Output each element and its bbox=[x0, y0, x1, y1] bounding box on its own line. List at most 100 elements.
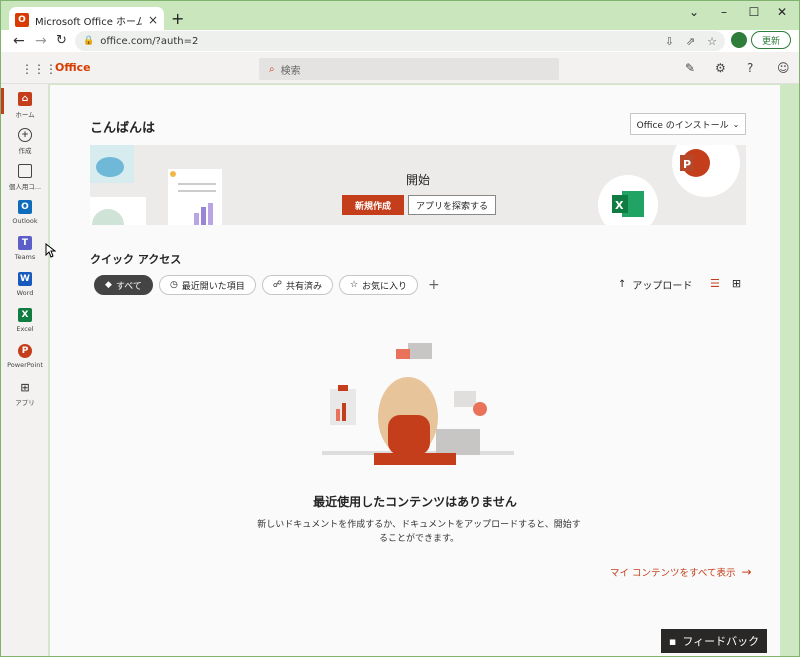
settings-gear-icon[interactable]: ⚙ bbox=[715, 61, 726, 75]
new-tab-button[interactable]: + bbox=[171, 9, 184, 28]
link-label: マイ コンテンツをすべて表示 bbox=[610, 568, 736, 579]
filter-label: すべて bbox=[115, 281, 142, 292]
filter-label: お気に入り bbox=[362, 281, 408, 292]
quick-access-heading: クイック アクセス bbox=[90, 253, 182, 266]
powerpoint-icon: P bbox=[18, 344, 32, 358]
grid-view-icon[interactable]: ⊞ bbox=[732, 277, 741, 290]
install-label: Office のインストール bbox=[636, 120, 729, 131]
account-icon[interactable]: ☺ bbox=[777, 61, 790, 75]
tab-search-icon[interactable]: ⌄ bbox=[679, 5, 709, 23]
install-office-button[interactable]: Office のインストール ⌄ bbox=[630, 113, 746, 135]
apps-icon: ⊞ bbox=[20, 380, 30, 394]
share-icon[interactable]: ⇗ bbox=[686, 35, 695, 48]
rail-label: Excel bbox=[16, 325, 34, 333]
empty-state-description: 新しいドキュメントを作成するか、ドキュメントをアップロードすると、開始することが… bbox=[257, 520, 581, 544]
main-content: こんばんは Office のインストール ⌄ P X 開始 新規作成 アプリを探… bbox=[50, 85, 780, 656]
teams-icon: T bbox=[18, 236, 32, 250]
close-window-button[interactable]: ✕ bbox=[767, 5, 797, 23]
profile-avatar[interactable] bbox=[731, 32, 747, 48]
upload-button[interactable]: ↑ アップロード bbox=[618, 277, 692, 292]
upload-label: アップロード bbox=[632, 281, 693, 292]
bookmark-star-icon[interactable]: ☆ bbox=[707, 35, 717, 48]
office-favicon-icon: O bbox=[15, 13, 29, 27]
notes-icon[interactable]: ✎ bbox=[685, 61, 695, 75]
list-view-icon[interactable]: ☰ bbox=[710, 277, 720, 290]
new-document-button[interactable]: 新規作成 bbox=[342, 195, 404, 215]
rail-item-outlook[interactable]: O Outlook bbox=[1, 196, 49, 230]
app-launcher-icon[interactable]: ⋮⋮⋮ bbox=[21, 62, 57, 76]
svg-text:X: X bbox=[615, 199, 624, 212]
minimize-button[interactable]: – bbox=[709, 5, 739, 23]
rail-label: 作成 bbox=[18, 147, 32, 155]
rail-item-my-content[interactable]: 個人用コ... bbox=[1, 160, 49, 194]
rail-label: Word bbox=[16, 289, 34, 297]
search-box[interactable]: ⌕ 検索 bbox=[259, 58, 559, 80]
empty-state-illustration bbox=[322, 343, 514, 465]
filter-label: 共有済み bbox=[285, 281, 322, 292]
search-placeholder: 検索 bbox=[280, 65, 301, 77]
comment-icon: ▪ bbox=[668, 634, 677, 648]
feedback-button[interactable]: ▪ フィードバック bbox=[661, 629, 767, 653]
lock-icon[interactable]: 🔒 bbox=[83, 36, 94, 46]
chevron-down-icon: ⌄ bbox=[732, 119, 740, 129]
office-header: ⋮⋮⋮ Office ⌕ 検索 ✎ ⚙ ? ☺ bbox=[1, 52, 799, 84]
maximize-button[interactable]: ☐ bbox=[739, 5, 769, 23]
browser-window: O Microsoft Office ホーム × + ⌄ – ☐ ✕ ← → ↻… bbox=[0, 0, 800, 657]
rail-label: Outlook bbox=[12, 217, 38, 225]
people-icon: ☍ bbox=[272, 280, 282, 290]
mouse-cursor-icon bbox=[45, 243, 56, 258]
outlook-icon: O bbox=[18, 200, 32, 214]
help-icon[interactable]: ? bbox=[747, 61, 753, 75]
rail-item-teams[interactable]: T Teams bbox=[1, 232, 49, 266]
rail-label: 個人用コ... bbox=[8, 183, 42, 191]
filter-label: 最近開いた項目 bbox=[181, 281, 245, 292]
feedback-label: フィードバック bbox=[682, 635, 760, 648]
filter-favorites[interactable]: ☆ お気に入り bbox=[338, 275, 419, 295]
tab-title: Microsoft Office ホーム bbox=[35, 16, 142, 28]
home-icon: ⌂ bbox=[18, 92, 32, 106]
rail-label: ホーム bbox=[15, 111, 35, 119]
filter-recent[interactable]: ◷ 最近開いた項目 bbox=[158, 275, 256, 295]
add-filter-icon[interactable]: + bbox=[428, 275, 440, 295]
empty-state-title: 最近使用したコンテンツはありません bbox=[313, 495, 517, 509]
rail-item-excel[interactable]: X Excel bbox=[1, 304, 49, 338]
rail-label: Teams bbox=[14, 253, 36, 261]
rail-item-word[interactable]: W Word bbox=[1, 268, 49, 302]
filter-chips: ◆ すべて ◷ 最近開いた項目 ☍ 共有済み ☆ お気に入り + bbox=[94, 275, 440, 295]
upload-arrow-icon: ↑ bbox=[618, 279, 627, 290]
excel-icon: X bbox=[18, 308, 32, 322]
view-all-content-link[interactable]: マイ コンテンツをすべて表示 → bbox=[610, 565, 752, 579]
word-icon: W bbox=[18, 272, 32, 286]
greeting-heading: こんばんは bbox=[90, 121, 156, 136]
install-app-icon[interactable]: ⇩ bbox=[665, 35, 674, 48]
address-bar[interactable]: 🔒 office.com/?auth=2 ⇩ ⇗ ☆ bbox=[75, 31, 725, 51]
start-banner: P X 開始 新規作成 アプリを探索する bbox=[90, 145, 746, 225]
update-button[interactable]: 更新 bbox=[751, 31, 791, 49]
explore-apps-button[interactable]: アプリを探索する bbox=[408, 195, 496, 215]
star-icon: ☆ bbox=[349, 280, 359, 290]
rail-label: アプリ bbox=[15, 399, 35, 407]
filter-shared[interactable]: ☍ 共有済み bbox=[261, 275, 333, 295]
reload-icon[interactable]: ↻ bbox=[56, 33, 67, 48]
folder-icon bbox=[18, 164, 32, 178]
rail-item-powerpoint[interactable]: P PowerPoint bbox=[1, 340, 49, 374]
filter-all[interactable]: ◆ すべて bbox=[94, 275, 153, 295]
url-text[interactable]: office.com/?auth=2 bbox=[100, 36, 198, 47]
rail-item-home[interactable]: ⌂ ホーム bbox=[1, 88, 49, 122]
start-label: 開始 bbox=[406, 173, 431, 187]
cube-icon: ◆ bbox=[105, 280, 112, 290]
svg-text:P: P bbox=[683, 158, 691, 171]
forward-arrow-icon[interactable]: → bbox=[35, 33, 47, 49]
office-brand[interactable]: Office bbox=[55, 61, 91, 74]
rail-item-apps[interactable]: ⊞ アプリ bbox=[1, 376, 49, 410]
left-app-rail: ⌂ ホーム + 作成 個人用コ... O Outlook T Teams W W… bbox=[1, 84, 49, 656]
view-toggle: ☰ ⊞ bbox=[710, 277, 741, 290]
create-icon: + bbox=[18, 128, 32, 142]
clock-icon: ◷ bbox=[169, 280, 178, 290]
tab-close-icon[interactable]: × bbox=[148, 13, 158, 27]
arrow-right-icon: → bbox=[741, 565, 752, 579]
tab-strip: O Microsoft Office ホーム × + ⌄ – ☐ ✕ bbox=[1, 1, 799, 33]
rail-item-create[interactable]: + 作成 bbox=[1, 124, 49, 158]
rail-label: PowerPoint bbox=[7, 361, 43, 369]
back-arrow-icon[interactable]: ← bbox=[13, 33, 25, 49]
